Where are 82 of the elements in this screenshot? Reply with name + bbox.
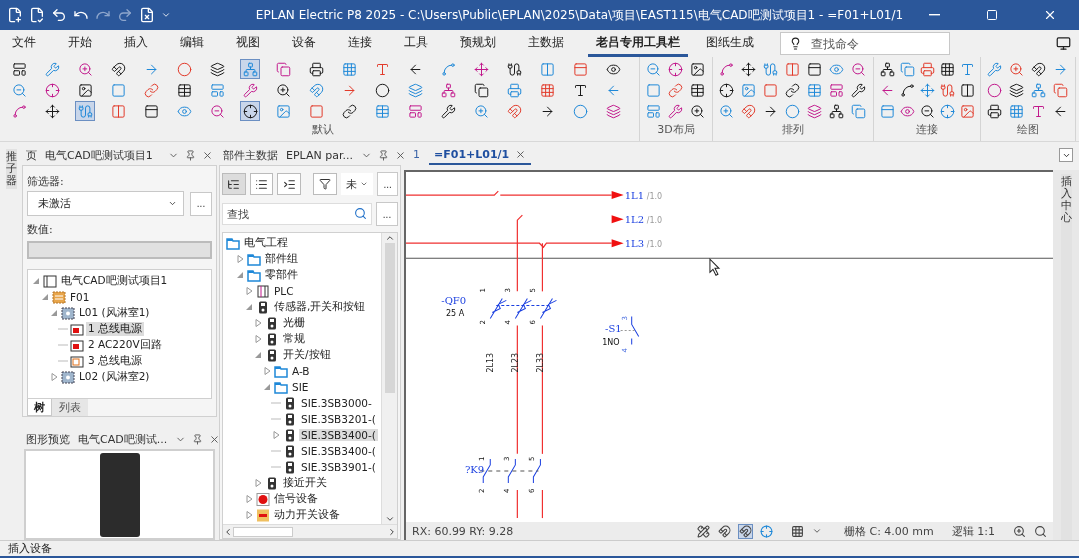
panel-title: 图形预览 [26,431,70,447]
coordinates-text: RX: 60.99 RY: 9.28 [412,524,514,538]
ribbon-tab[interactable]: 编辑 [172,30,212,57]
scale-text: 逻辑 1:1 [951,523,995,539]
group-label: 连接 [916,122,938,137]
panel-title: 页 [26,147,37,163]
tree-item[interactable]: SIE.3SB3400-( [299,445,378,457]
panel-subtitle: EPLAN par... [286,148,353,162]
tree-item[interactable]: 2 AC220V回路 [86,338,164,352]
tree-item[interactable]: SIE.3SB3400-( [299,429,378,441]
wire-label: 2L23 [511,352,521,373]
tree-item[interactable]: 光栅 [281,316,307,330]
grid-size-text: 栅格 C: 4.00 mm [844,523,934,539]
group-label: 绘图 [1017,122,1039,137]
window-title: EPLAN Electric P8 2025 - C:\Users\Public\EPLAN\2025\Data\项目\EAST115\电气CAD吧测试项目1 - =F01+L01/1 [254,6,905,24]
status-text: 插入设备 [8,541,52,556]
ribbon-tab[interactable]: 文件 [4,30,44,57]
tree-item[interactable]: 1 总线电源 [86,322,145,336]
tree-item[interactable]: SIE.3SB3201-( [299,413,378,425]
wire-label: 2L13 [486,352,496,373]
tree-item[interactable]: SIE [290,381,311,393]
tree-item[interactable]: 传感器,开关和按钮 [272,300,368,314]
tree-item[interactable]: F01 [68,291,92,303]
more-button[interactable]: ... [377,172,398,196]
device-tag: -S1 [605,323,622,335]
tree-item[interactable]: 信号设备 [272,492,320,506]
command-search-field[interactable]: 查找命令 [780,32,950,55]
ribbon-tab[interactable]: 开始 [60,30,100,57]
group-label: 默认 [311,122,334,137]
search-field[interactable]: 查找 [222,203,372,225]
tree-item[interactable]: L02 (风淋室2) [77,370,152,384]
device-rating: 25 A [445,309,465,319]
cross-reference: /1.0 [646,192,663,202]
device-tag: -QF0 [441,295,467,307]
more-button[interactable]: ... [190,191,212,216]
tree-item[interactable]: 常规 [281,332,307,346]
more-button[interactable]: ... [376,202,398,226]
device-rating: 1NO [602,337,620,347]
side-tab[interactable]: 推子器 [5,149,17,190]
panel-title: 部件主数据 [223,147,278,163]
tree-item[interactable]: 零部件 [263,268,300,282]
group-label: 排列 [782,122,804,137]
potential-label: 1L1 [624,190,645,202]
ribbon-tab[interactable]: 主数据 [520,30,572,57]
dropdown-value: 未激活 [38,196,71,211]
tree-item[interactable]: 部件组 [263,252,300,266]
tree-item[interactable]: 3 总线电源 [86,354,145,368]
tree-item[interactable]: L01 (风淋室1) [77,306,152,320]
filter-dropdown[interactable]: 未 [340,173,374,195]
group-label: 3D布局 [657,122,695,137]
ribbon-tab[interactable]: 设备 [284,30,324,57]
wire-label: 2L33 [536,352,546,373]
filter-label: 筛选器: [27,174,65,189]
tree-item[interactable]: SIE.3SB3000- [299,397,374,409]
tree-item[interactable]: 动力开关设备 [272,508,342,522]
document-tab[interactable]: =F01+L01/1 [429,145,532,165]
ribbon-tab[interactable]: 插入 [116,30,156,57]
ribbon-tab[interactable]: 连接 [340,30,380,57]
tree-item[interactable]: A-B [290,365,312,377]
panel-subtitle: 电气CAD吧测试... [78,431,168,447]
tree-item[interactable]: 电气工程 [242,236,290,250]
ribbon-tab[interactable]: 预规划 [452,30,504,57]
tree-item[interactable]: 电气CAD吧测试项目1 [59,274,170,288]
tree-item[interactable]: SIE.3SB3901-( [299,461,378,473]
tree-item[interactable]: 接近开关 [281,476,329,490]
view-tab[interactable]: 列表 [52,399,88,416]
filter-dropdown[interactable]: 未激活 [27,191,184,216]
ribbon-tab[interactable]: 图纸生成 [698,30,762,57]
panel-subtitle: 电气CAD吧测试项目1 [45,147,153,163]
tree-item[interactable]: PLC [272,285,296,297]
cross-reference: /1.0 [646,216,663,226]
cross-reference: /1.0 [646,240,663,250]
ribbon-tab[interactable]: 工具 [396,30,436,57]
potential-label: 1L3 [624,238,645,250]
potential-label: 1L2 [624,214,645,226]
view-tab[interactable]: 树 [27,399,52,416]
document-tab[interactable]: 1 [408,145,425,165]
tree-item[interactable]: 开关/按钮 [281,348,333,362]
side-tab[interactable]: 插入中心 [1060,174,1072,540]
device-tag: ?K9 [465,463,485,475]
value-label: 数值: [27,222,54,237]
ribbon-tab[interactable]: 视图 [228,30,268,57]
